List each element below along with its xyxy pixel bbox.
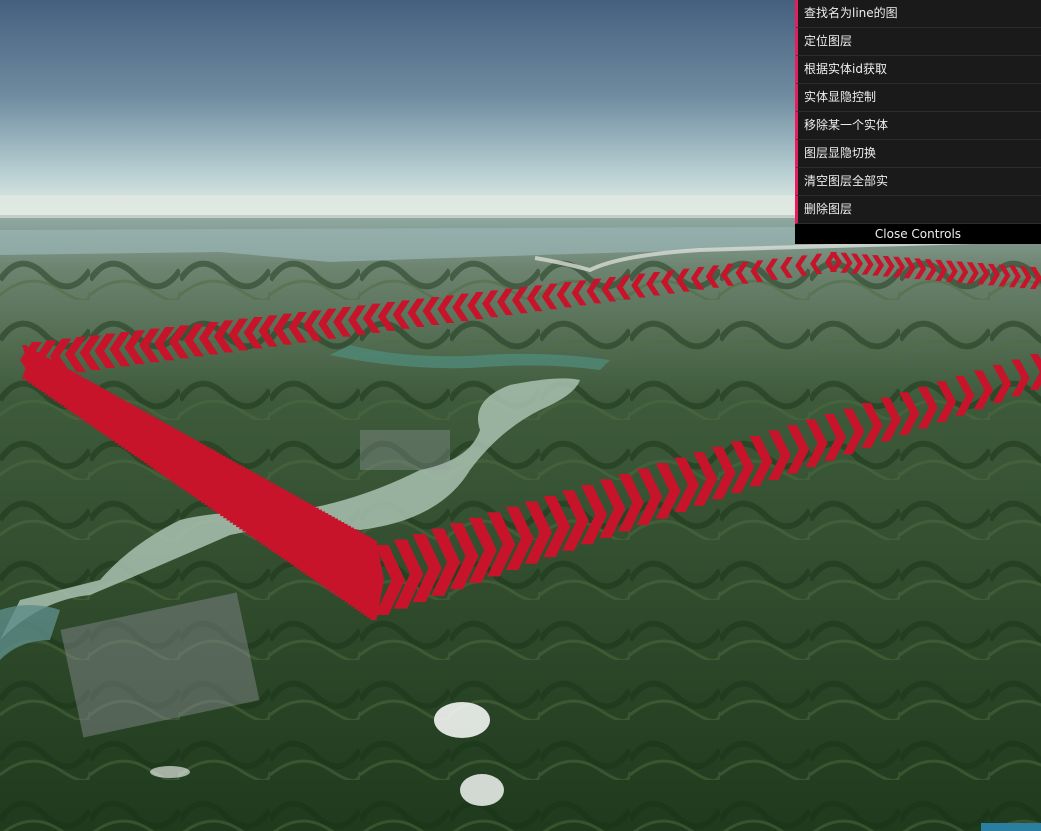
cloud (434, 702, 490, 738)
town-area-2 (360, 430, 450, 470)
controls-panel: 查找名为line的图 定位图层 根据实体id获取 实体显隐控制 移除某一个实体 图层显隐切… (795, 0, 1041, 244)
control-item-3[interactable]: 根据实体id获取 (795, 56, 1041, 84)
control-item-8[interactable]: 删除图层 (795, 196, 1041, 224)
control-item-7[interactable]: 清空图层全部实 (795, 168, 1041, 196)
control-item-1[interactable]: 查找名为line的图 (795, 0, 1041, 28)
cloud (460, 774, 504, 806)
control-item-4[interactable]: 实体显隐控制 (795, 84, 1041, 112)
control-item-6[interactable]: 图层显隐切换 (795, 140, 1041, 168)
control-item-5[interactable]: 移除某一个实体 (795, 112, 1041, 140)
corner-widget (981, 823, 1041, 831)
control-item-2[interactable]: 定位图层 (795, 28, 1041, 56)
close-controls-button[interactable]: Close Controls (795, 224, 1041, 244)
cloud (150, 766, 190, 778)
